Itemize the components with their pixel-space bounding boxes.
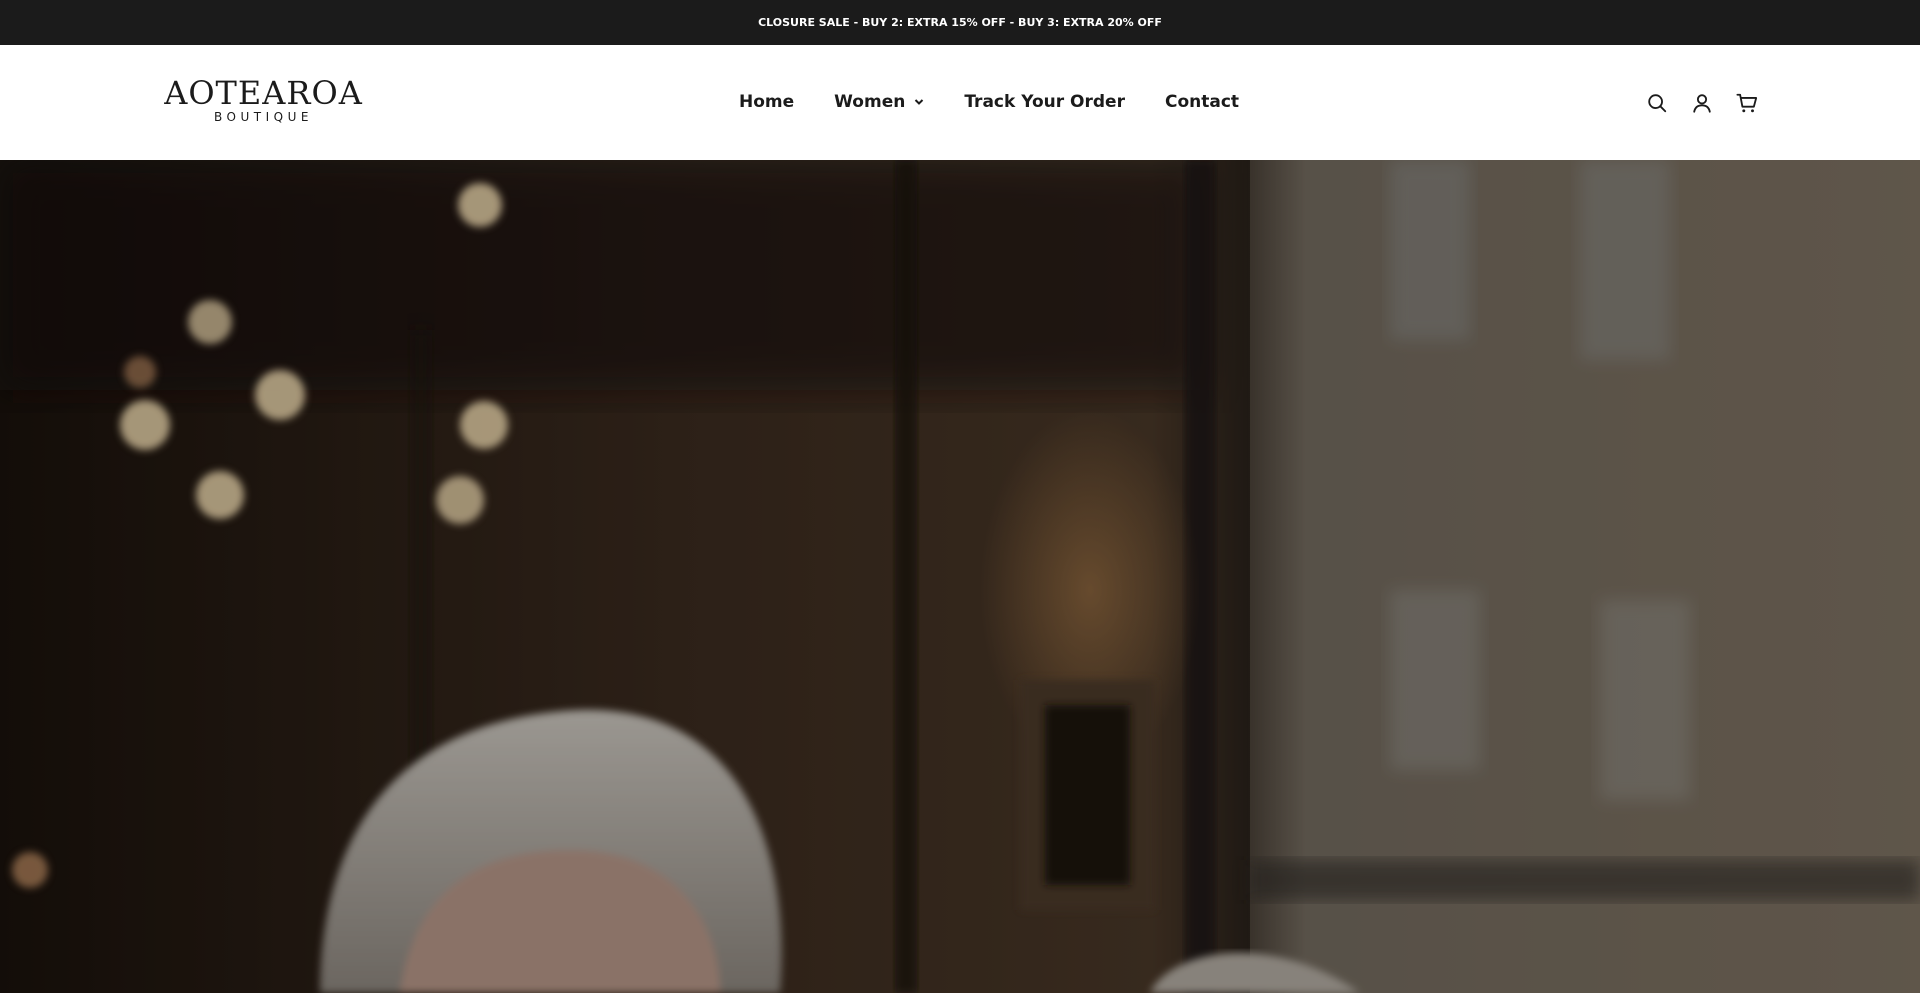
search-icon bbox=[1648, 94, 1667, 113]
hero-image bbox=[0, 160, 1920, 993]
search-button[interactable] bbox=[1645, 91, 1669, 115]
account-icon bbox=[1693, 94, 1711, 113]
announcement-text: CLOSURE SALE - BUY 2: EXTRA 15% OFF - BU… bbox=[758, 16, 1162, 29]
announcement-bar: CLOSURE SALE - BUY 2: EXTRA 15% OFF - BU… bbox=[0, 0, 1920, 45]
chevron-down-icon bbox=[915, 99, 924, 105]
logo[interactable]: AOTEAROA BOUTIQUE bbox=[161, 76, 366, 126]
cart-icon bbox=[1736, 93, 1758, 113]
nav-item-contact[interactable]: Contact bbox=[1165, 92, 1239, 112]
cart-button[interactable] bbox=[1735, 91, 1759, 115]
site-header: AOTEAROA BOUTIQUE Home Women Track Your … bbox=[0, 45, 1920, 160]
nav-item-label: Women bbox=[834, 92, 906, 112]
logo-main-text: AOTEAROA bbox=[164, 74, 363, 112]
nav-item-home[interactable]: Home bbox=[739, 92, 794, 112]
header-icons bbox=[1645, 91, 1759, 115]
logo-sub-text: BOUTIQUE bbox=[214, 110, 313, 124]
account-button[interactable] bbox=[1690, 91, 1714, 115]
nav-item-label: Track Your Order bbox=[964, 92, 1125, 112]
main-nav: Home Women Track Your Order Contact bbox=[739, 90, 1239, 114]
nav-item-women[interactable]: Women bbox=[834, 92, 924, 112]
nav-item-track-order[interactable]: Track Your Order bbox=[964, 92, 1125, 112]
nav-item-label: Contact bbox=[1164, 92, 1240, 112]
nav-item-label: Home bbox=[739, 92, 795, 112]
hero-photo-scene bbox=[0, 160, 1920, 993]
